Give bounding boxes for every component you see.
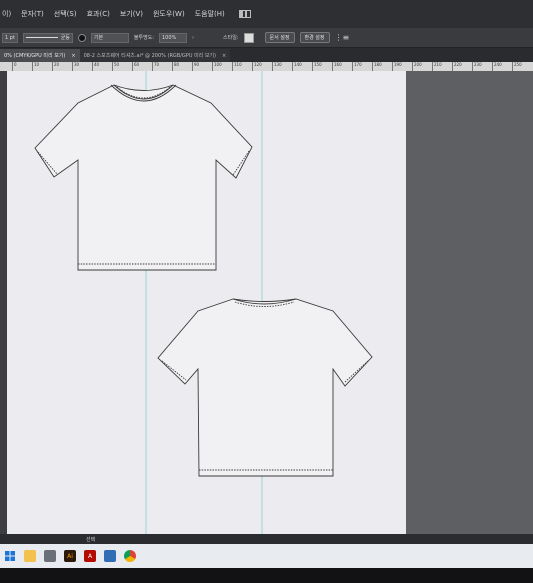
tools-panel-edge (0, 71, 7, 534)
menu-item-help[interactable]: 도움말(H) (195, 9, 225, 19)
ruler-tick-label: 200 (412, 62, 422, 71)
opacity-arrow-icon[interactable]: › (192, 35, 194, 41)
ruler-tick-label: 230 (472, 62, 482, 71)
ruler-tick-label: 210 (432, 62, 442, 71)
style-label: 스타일: (223, 35, 239, 41)
tshirt-back-flat (157, 298, 373, 477)
ruler-tick-label: 110 (232, 62, 242, 71)
ruler-tick-label: 160 (332, 62, 342, 71)
acrobat-icon[interactable]: A (84, 550, 96, 562)
chrome-icon[interactable] (124, 550, 136, 562)
screen-bezel (0, 568, 533, 583)
tab-label: 0% (CMYK/GPU 미리 보기) (4, 53, 66, 59)
ruler-tick-label: 120 (252, 62, 262, 71)
ruler-tick-label: 40 (92, 62, 99, 71)
menu-item-window[interactable]: 윈도우(W) (153, 9, 185, 19)
status-label[interactable]: 선택 (86, 536, 95, 543)
document-setup-button[interactable]: 문서 설정 (264, 32, 295, 43)
stroke-profile-label: 균등 (60, 35, 70, 41)
control-bar: 1 pt 균등 기본 불투명도: 100% › 스타일: 문서 설정 환경 설정… (0, 28, 533, 48)
photos-icon[interactable] (104, 550, 116, 562)
close-icon[interactable]: × (222, 53, 226, 59)
stroke-weight-field[interactable]: 1 pt (2, 32, 18, 43)
windows-logo-icon[interactable] (4, 550, 16, 562)
tab-document-cmyk[interactable]: 0% (CMYK/GPU 미리 보기) × (0, 49, 80, 62)
menu-bar: 이) 문자(T) 선택(S) 효과(C) 보기(V) 윈도우(W) 도움말(H) (0, 0, 533, 28)
windows-taskbar: Ai A (0, 544, 533, 568)
ruler-tick-label: 90 (192, 62, 199, 71)
ruler-tick-label: 140 (292, 62, 302, 71)
preferences-button[interactable]: 환경 설정 (299, 32, 330, 43)
brush-dot-icon (77, 33, 86, 42)
illustrator-icon[interactable]: Ai (64, 550, 76, 562)
menu-item-type[interactable]: 문자(T) (21, 9, 44, 19)
ruler-tick-label: 190 (392, 62, 402, 71)
ruler-tick-label: 20 (52, 62, 59, 71)
ruler-tick-label: 250 (512, 62, 522, 71)
artwork (34, 71, 373, 534)
ruler-tick-label: 150 (312, 62, 322, 71)
ruler-tick-label: 220 (452, 62, 462, 71)
ruler-tick-label: 100 (212, 62, 222, 71)
opacity-label: 불투명도: (133, 35, 154, 41)
menu-item-effect[interactable]: 효과(C) (87, 9, 110, 19)
close-icon[interactable]: × (71, 53, 75, 59)
tshirt-front-flat (34, 84, 253, 271)
workspace-switcher-icon[interactable] (238, 10, 251, 18)
ruler-tick-label: 80 (172, 62, 179, 71)
document-tab-bar: 0% (CMYK/GPU 미리 보기) × 08-2 스포츠웨어 티셔츠.ai*… (0, 48, 533, 62)
status-bar: 선택 (0, 534, 533, 544)
menu-item-select[interactable]: 선택(S) (54, 9, 77, 19)
tab-document-rgb[interactable]: 08-2 스포츠웨어 티셔츠.ai* @ 200% (RGB/GPU 미리 보기… (79, 49, 231, 62)
ruler-tick-label: 170 (352, 62, 362, 71)
style-swatch[interactable] (243, 32, 254, 43)
brush-select[interactable]: 기본 (90, 32, 129, 43)
canvas-area[interactable] (0, 71, 533, 534)
menu-item-0[interactable]: 이) (2, 9, 11, 19)
ruler-tick-label: 180 (372, 62, 382, 71)
opacity-field[interactable]: 100% (159, 32, 187, 43)
tab-label: 08-2 스포츠웨어 티셔츠.ai* @ 200% (RGB/GPU 미리 보기… (83, 53, 217, 59)
ruler-tick-label: 240 (492, 62, 502, 71)
ruler-tick-label: 130 (272, 62, 282, 71)
ruler-tick-label: 70 (152, 62, 159, 71)
ruler-tick-label: 10 (32, 62, 39, 71)
ruler-tick-label: 30 (72, 62, 79, 71)
calculator-icon[interactable] (44, 550, 56, 562)
menu-item-view[interactable]: 보기(V) (120, 9, 143, 19)
stroke-profile-select[interactable]: 균등 (22, 32, 73, 43)
ruler-tick-label: 50 (112, 62, 119, 71)
artboard[interactable] (7, 71, 406, 534)
ruler-tick-label: 60 (132, 62, 139, 71)
file-explorer-icon[interactable] (24, 550, 36, 562)
ruler-tick-label: 0 (12, 62, 17, 71)
arrange-icon[interactable]: ⋮≡ (335, 33, 350, 42)
